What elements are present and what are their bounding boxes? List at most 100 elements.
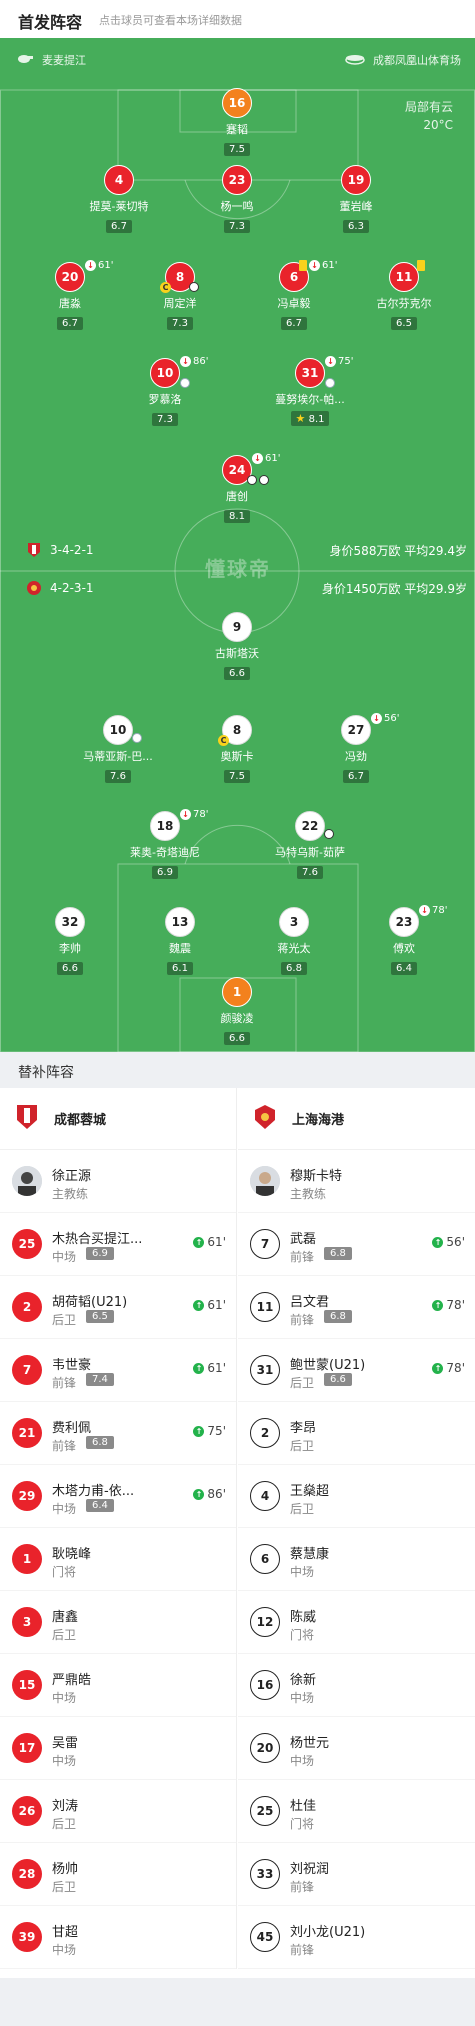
player-number: 32 bbox=[55, 907, 85, 937]
sub-player-row[interactable]: 21 费利佩 前锋 6.8 ↑ 75' bbox=[0, 1402, 236, 1465]
coach-row[interactable]: 徐正源 主教练 bbox=[0, 1150, 236, 1213]
player-marker[interactable]: 24 ↓ 61' 唐创 8.1 bbox=[177, 453, 297, 523]
coach-row[interactable]: 穆斯卡特 主教练 bbox=[238, 1150, 475, 1213]
player-marker[interactable]: 11 古尔芬克尔 6.5 bbox=[344, 260, 464, 330]
player-rating: 7.6 bbox=[297, 866, 323, 879]
sub-player-row[interactable]: 29 木塔力甫-依... 中场 6.4 ↑ 86' bbox=[0, 1465, 236, 1528]
assist-icon bbox=[325, 378, 335, 388]
sub-on-icon: ↑ bbox=[432, 1362, 444, 1374]
sub-player-row[interactable]: 3 唐鑫 后卫 bbox=[0, 1591, 236, 1654]
sub-player-row[interactable]: 31 鲍世蒙(U21) 后卫 6.6 ↑ 78' bbox=[238, 1339, 475, 1402]
player-marker[interactable]: 31 ↓ 75' 蔓努埃尔-帕... ★ 8.1 bbox=[250, 356, 370, 426]
player-name: 马特乌斯-茹萨 bbox=[275, 846, 345, 859]
sub-player-position: 门将 bbox=[290, 1628, 315, 1642]
sub-player-row[interactable]: 1 耿晓峰 门将 bbox=[0, 1528, 236, 1591]
sub-player-name: 吕文君 bbox=[290, 1295, 330, 1310]
sub-player-name: 木热合买提江... bbox=[52, 1232, 143, 1247]
sub-player-number: 28 bbox=[12, 1859, 42, 1889]
sub-player-row[interactable]: 28 杨帅 后卫 bbox=[0, 1843, 236, 1906]
sub-player-number: 15 bbox=[12, 1670, 42, 1700]
sub-player-row[interactable]: 33 刘祝润 前锋 bbox=[238, 1843, 475, 1906]
sub-off-badge: ↓ 61' bbox=[299, 260, 337, 271]
player-marker[interactable]: 19 董岩峰 6.3 bbox=[296, 165, 416, 233]
sub-player-row[interactable]: 26 刘涛 后卫 bbox=[0, 1780, 236, 1843]
sub-player-row[interactable]: 25 杜佳 门将 bbox=[238, 1780, 475, 1843]
sub-player-row[interactable]: 6 蔡慧康 中场 bbox=[238, 1528, 475, 1591]
sub-player-row[interactable]: 2 胡荷韬(U21) 后卫 6.5 ↑ 61' bbox=[0, 1276, 236, 1339]
player-marker[interactable]: 22 马特乌斯-茹萨 7.6 bbox=[250, 811, 370, 879]
sub-player-name: 杨帅 bbox=[52, 1862, 79, 1877]
player-name: 李帅 bbox=[59, 942, 81, 955]
player-number: 4 bbox=[104, 165, 134, 195]
sub-player-name: 刘小龙(U21) bbox=[290, 1925, 366, 1940]
sub-on-icon: ↑ bbox=[193, 1362, 205, 1374]
sub-player-name: 刘涛 bbox=[52, 1799, 79, 1814]
player-marker[interactable]: 9 古斯塔沃 6.6 bbox=[177, 612, 297, 680]
sub-player-row[interactable]: 7 韦世豪 前锋 7.4 ↑ 61' bbox=[0, 1339, 236, 1402]
player-marker[interactable]: 20 ↓ 61' 唐淼 6.7 bbox=[10, 260, 130, 330]
sub-player-rating: 6.5 bbox=[86, 1310, 114, 1323]
player-marker[interactable]: 3 蒋光太 6.8 bbox=[234, 907, 354, 975]
sub-player-position: 后卫 bbox=[290, 1502, 315, 1516]
player-name: 古尔芬克尔 bbox=[376, 297, 432, 310]
sub-on-minute: 78' bbox=[446, 1298, 465, 1312]
sub-player-row[interactable]: 11 吕文君 前锋 6.8 ↑ 78' bbox=[238, 1276, 475, 1339]
coach-avatar bbox=[250, 1166, 280, 1196]
player-marker[interactable]: 8 C 周定洋 7.3 bbox=[120, 262, 240, 330]
venue-label: 成都凤凰山体育场 bbox=[345, 52, 461, 68]
sub-on-minute: 75' bbox=[207, 1424, 226, 1438]
player-marker[interactable]: 8 C 奥斯卡 7.5 bbox=[177, 715, 297, 783]
sub-player-number: 25 bbox=[12, 1229, 42, 1259]
whistle-icon bbox=[16, 53, 34, 68]
away-team-value: 身价1450万欧 平均29.9岁 bbox=[321, 582, 467, 596]
sub-player-row[interactable]: 12 陈威 门将 bbox=[238, 1591, 475, 1654]
sub-player-position: 中场 bbox=[52, 1502, 77, 1516]
sub-player-name: 吴雷 bbox=[52, 1736, 79, 1751]
sub-player-number: 7 bbox=[12, 1355, 42, 1385]
goal-badge bbox=[324, 829, 334, 839]
sub-off-badge: ↓ 78' bbox=[180, 809, 208, 820]
player-marker[interactable]: 13 魏震 6.1 bbox=[120, 907, 240, 975]
sub-player-position: 中场 bbox=[290, 1754, 315, 1768]
player-marker[interactable]: 1 颜骏凌 6.6 bbox=[177, 977, 297, 1045]
player-marker[interactable]: 10 马蒂亚斯-巴... 7.6 bbox=[58, 715, 178, 783]
sub-player-row[interactable]: 4 王燊超 后卫 bbox=[238, 1465, 475, 1528]
sub-player-row[interactable]: 39 甘超 中场 bbox=[0, 1906, 236, 1969]
sub-player-row[interactable]: 7 武磊 前锋 6.8 ↑ 56' bbox=[238, 1213, 475, 1276]
sub-player-row[interactable]: 20 杨世元 中场 bbox=[238, 1717, 475, 1780]
sub-player-number: 2 bbox=[250, 1418, 280, 1448]
player-number: 19 bbox=[341, 165, 371, 195]
player-name: 蹇韬 bbox=[226, 123, 248, 136]
sub-player-row[interactable]: 16 徐新 中场 bbox=[238, 1654, 475, 1717]
player-marker[interactable]: 32 李帅 6.6 bbox=[10, 907, 130, 975]
sub-player-number: 31 bbox=[250, 1355, 280, 1385]
player-marker[interactable]: 6 ↓ 61' 冯卓毅 6.7 bbox=[234, 260, 354, 330]
player-rating: 6.5 bbox=[391, 317, 417, 330]
player-number: 3 bbox=[279, 907, 309, 937]
sub-on-icon: ↑ bbox=[193, 1236, 205, 1248]
player-name: 莱奥-奇塔迪尼 bbox=[130, 846, 200, 859]
player-marker[interactable]: 18 ↓ 78' 莱奥-奇塔迪尼 6.9 bbox=[105, 809, 225, 879]
yellow-card-badge bbox=[417, 260, 425, 271]
sub-player-row[interactable]: 45 刘小龙(U21) 前锋 bbox=[238, 1906, 475, 1969]
sub-player-position: 中场 bbox=[52, 1691, 77, 1705]
sub-player-name: 刘祝润 bbox=[290, 1862, 330, 1877]
player-marker[interactable]: 10 ↓ 86' 罗慕洛 7.3 bbox=[105, 356, 225, 426]
player-marker[interactable]: 27 ↓ 56' 冯劲 6.7 bbox=[296, 713, 416, 783]
sub-off-badge: ↓ 56' bbox=[371, 713, 399, 724]
player-marker[interactable]: 4 提莫-莱切特 6.7 bbox=[59, 165, 179, 233]
player-marker[interactable]: 23 杨一鸣 7.3 bbox=[177, 165, 297, 233]
sub-player-row[interactable]: 15 严鼎皓 中场 bbox=[0, 1654, 236, 1717]
player-name: 冯卓毅 bbox=[277, 297, 311, 310]
home-subs-column: 成都蓉城 徐正源 主教练 25 木热合买提江... 中场 6.9 ↑ 61' 2 胡荷韬(U2… bbox=[0, 1088, 237, 1969]
sub-player-row[interactable]: 25 木热合买提江... 中场 6.9 ↑ 61' bbox=[0, 1213, 236, 1276]
sub-player-row[interactable]: 17 吴雷 中场 bbox=[0, 1717, 236, 1780]
sub-off-icon: ↓ bbox=[85, 260, 96, 271]
sub-minute: 56' bbox=[384, 713, 400, 724]
player-marker[interactable]: 16 蹇韬 7.5 bbox=[177, 88, 297, 156]
player-marker[interactable]: 23 ↓ 78' 傅欢 6.4 bbox=[344, 905, 464, 975]
player-name: 董岩峰 bbox=[339, 200, 373, 213]
sub-player-row[interactable]: 2 李昂 后卫 bbox=[238, 1402, 475, 1465]
sub-player-name: 甘超 bbox=[52, 1925, 79, 1940]
sub-player-rating: 6.4 bbox=[86, 1499, 114, 1512]
